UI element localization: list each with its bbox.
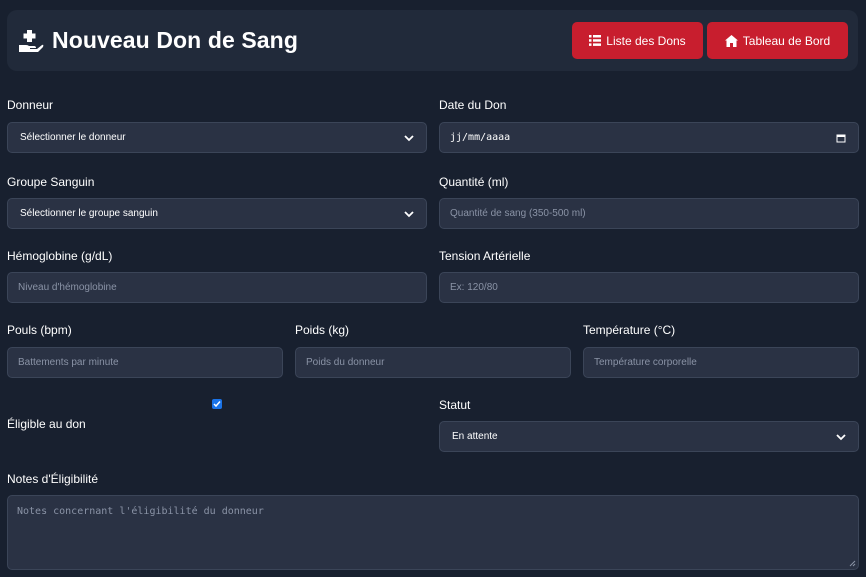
temperature-placeholder: Température corporelle	[594, 357, 697, 368]
hemoglobine-placeholder: Niveau d'hémoglobine	[18, 282, 117, 293]
tension-placeholder: Ex: 120/80	[450, 282, 498, 293]
page-title: Nouveau Don de Sang	[52, 27, 298, 53]
date-don-label: Date du Don	[439, 98, 507, 112]
quantite-label: Quantité (ml)	[439, 175, 509, 189]
list-icon	[589, 35, 602, 46]
poids-input[interactable]: Poids du donneur	[295, 347, 571, 378]
resize-handle-icon[interactable]	[849, 560, 856, 567]
dashboard-label: Tableau de Bord	[742, 33, 831, 48]
eligible-label: Éligible au don	[7, 417, 86, 431]
chevron-down-icon	[404, 210, 414, 217]
tension-input[interactable]: Ex: 120/80	[439, 272, 859, 303]
pouls-input[interactable]: Battements par minute	[7, 347, 283, 378]
page-header: Nouveau Don de Sang Liste des Dons Table…	[7, 10, 858, 71]
chevron-down-icon	[836, 433, 846, 440]
temperature-label: Température (°C)	[583, 323, 676, 337]
donneur-label: Donneur	[7, 98, 54, 112]
list-donations-label: Liste des Dons	[606, 33, 686, 48]
chevron-down-icon	[404, 134, 414, 141]
date-don-value: jj/mm/aaaa	[450, 132, 511, 143]
quantite-input[interactable]: Quantité de sang (350-500 ml)	[439, 198, 859, 229]
tension-label: Tension Artérielle	[439, 249, 531, 263]
title-wrap: Nouveau Don de Sang	[18, 27, 298, 54]
temperature-input[interactable]: Température corporelle	[583, 347, 859, 378]
statut-label: Statut	[439, 398, 471, 412]
notes-textarea[interactable]: Notes concernant l'éligibilité du donneu…	[7, 495, 859, 570]
list-donations-button[interactable]: Liste des Dons	[572, 22, 703, 59]
donneur-select[interactable]: Sélectionner le donneur	[7, 122, 427, 153]
header-buttons: Liste des Dons Tableau de Bord	[572, 22, 848, 59]
poids-label: Poids (kg)	[295, 323, 350, 337]
pouls-placeholder: Battements par minute	[18, 357, 119, 368]
date-don-input[interactable]: jj/mm/aaaa	[439, 122, 859, 153]
pouls-label: Pouls (bpm)	[7, 323, 72, 337]
hand-holding-medical-icon	[19, 29, 44, 52]
dashboard-button[interactable]: Tableau de Bord	[707, 22, 848, 59]
eligible-checkbox[interactable]	[212, 399, 222, 409]
quantite-placeholder: Quantité de sang (350-500 ml)	[450, 208, 586, 219]
statut-value: En attente	[452, 431, 498, 442]
calendar-icon[interactable]	[836, 133, 846, 143]
checkmark-icon	[213, 401, 221, 408]
notes-placeholder: Notes concernant l'éligibilité du donneu…	[17, 506, 264, 517]
hemoglobine-label: Hémoglobine (g/dL)	[7, 249, 113, 263]
groupe-sanguin-select[interactable]: Sélectionner le groupe sanguin	[7, 198, 427, 229]
groupe-sanguin-label: Groupe Sanguin	[7, 175, 95, 189]
notes-label: Notes d'Éligibilité	[7, 472, 99, 486]
statut-select[interactable]: En attente	[439, 421, 859, 452]
hemoglobine-input[interactable]: Niveau d'hémoglobine	[7, 272, 427, 303]
groupe-sanguin-value: Sélectionner le groupe sanguin	[20, 208, 158, 219]
poids-placeholder: Poids du donneur	[306, 357, 385, 368]
home-icon	[724, 34, 738, 47]
donneur-select-value: Sélectionner le donneur	[20, 132, 126, 143]
